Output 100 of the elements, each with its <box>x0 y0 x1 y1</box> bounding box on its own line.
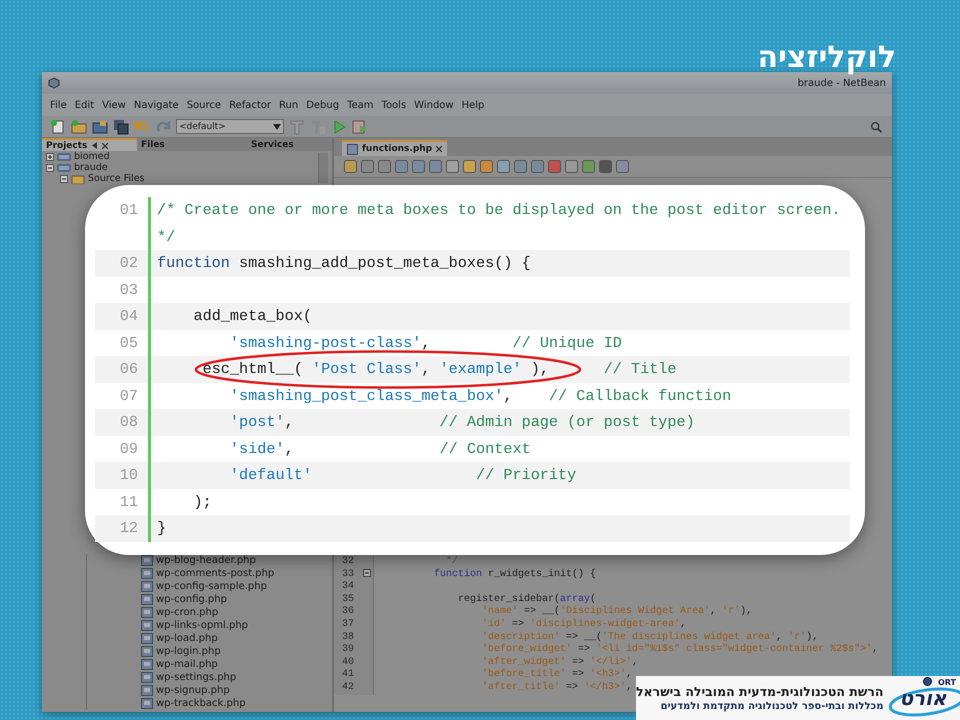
panel-tab[interactable]: Files <box>137 138 247 151</box>
toolbar-square-icon[interactable] <box>395 160 408 173</box>
logo-latin-text: ORT <box>938 678 956 687</box>
toolbar-square-icon[interactable] <box>344 160 357 173</box>
hammer-icon[interactable] <box>289 118 305 134</box>
toolbar-square-icon[interactable] <box>480 160 493 173</box>
code-line: 'smashing_post_class_meta_box', // Callback function <box>228 386 732 406</box>
swoosh-icon <box>887 685 960 717</box>
run-config-icon[interactable] <box>352 118 368 134</box>
file-name[interactable]: wp-links-opml.php <box>156 620 248 631</box>
collapse-icon[interactable] <box>46 164 54 172</box>
search-icon[interactable] <box>870 120 884 134</box>
line-number: 34 <box>342 581 354 594</box>
folder-plus-icon[interactable] <box>71 118 87 134</box>
code-line: 'before_title' => '<h3>', <box>481 669 632 682</box>
toolbar-square-icon[interactable] <box>463 160 476 173</box>
floppy-disks-icon[interactable] <box>113 118 129 134</box>
toolbar-square-icon[interactable] <box>582 160 595 173</box>
menu-item[interactable]: Edit <box>70 100 98 110</box>
menu-item[interactable]: Navigate <box>130 100 183 110</box>
file-name[interactable]: wp-login.php <box>156 646 221 657</box>
code-line: 'before_widget' => '<li id="%1$s" class="widget-container %2$s">', <box>481 644 878 656</box>
expand-icon[interactable] <box>46 152 54 160</box>
menu-item[interactable]: Refactor <box>225 100 276 110</box>
code-line: /* Create one or more meta boxes to be displayed on the post editor screen. */ <box>156 200 842 248</box>
subtitle: מכללות ובתי-ספר לטכנולוגיה מתקדמת ולמדעים <box>660 700 884 712</box>
menu-item[interactable]: Team <box>343 100 378 110</box>
file-name[interactable]: wp-blog-header.php <box>156 555 256 566</box>
file-name[interactable]: wp-cron.php <box>156 607 218 618</box>
file-icon <box>141 646 153 657</box>
code-line: esc_html__( 'Post Class', 'example' ), // Title <box>202 359 678 380</box>
page-plus-icon[interactable] <box>50 118 66 134</box>
line-number: 10 <box>95 462 151 488</box>
dropdown-value: <default> <box>179 122 226 132</box>
line-number: 42 <box>342 682 354 695</box>
menu-item[interactable]: Tools <box>378 100 410 110</box>
line-number: 33 <box>342 568 354 581</box>
logo-text: אורט <box>899 687 946 709</box>
toolbar-square-icon[interactable] <box>565 160 578 173</box>
collapse-icon[interactable] <box>60 174 68 182</box>
panel-tab[interactable]: Services <box>247 138 327 151</box>
file-icon <box>141 568 153 579</box>
file-name[interactable]: wp-comments-post.php <box>156 568 274 579</box>
code-line: ); <box>192 492 213 512</box>
toolbar-square-icon[interactable] <box>531 160 544 173</box>
close-icon[interactable] <box>102 142 108 148</box>
line-number: 35 <box>342 594 354 606</box>
menu-item[interactable]: File <box>46 100 71 110</box>
line-number: 02 <box>95 250 151 276</box>
menu-item[interactable]: Run <box>275 100 302 110</box>
file-name[interactable]: wp-settings.php <box>156 672 236 683</box>
code-line: 'after_widget' => '</li>', <box>481 656 638 668</box>
file-icon <box>347 144 358 154</box>
minimize-icon[interactable] <box>91 142 98 149</box>
menu-item[interactable]: Source <box>182 100 226 110</box>
menu-item[interactable]: Debug <box>302 100 344 110</box>
toolbar-square-icon[interactable] <box>412 160 425 173</box>
toolbar-square-icon[interactable] <box>429 160 442 173</box>
menu-item[interactable]: Help <box>458 100 488 110</box>
code-line: */ <box>445 556 458 568</box>
tab-label: functions.php <box>362 144 432 154</box>
tree-item[interactable]: biomed <box>74 151 110 162</box>
line-number: 40 <box>342 656 354 669</box>
line-number: 36 <box>342 606 354 619</box>
toolbar-square-icon[interactable] <box>548 160 561 173</box>
toolbar-square-icon[interactable] <box>446 160 459 173</box>
file-name[interactable]: wp-config-sample.php <box>156 581 267 592</box>
line-number: 32 <box>342 556 354 569</box>
toolbar-square-icon[interactable] <box>378 160 391 173</box>
menu-item[interactable]: Window <box>410 100 458 110</box>
file-icon <box>141 659 153 670</box>
toolbar-square-icon[interactable] <box>361 160 374 173</box>
fold-icon[interactable] <box>363 568 371 577</box>
file-name[interactable]: wp-trackback.php <box>156 698 246 709</box>
editor-tab[interactable]: functions.php <box>342 140 448 156</box>
toolbar-square-icon[interactable] <box>616 160 629 173</box>
close-icon[interactable] <box>436 146 442 152</box>
tab-label: Projects <box>46 140 88 150</box>
toolbar-square-icon[interactable] <box>514 160 527 173</box>
tree-item[interactable]: braude <box>74 162 108 173</box>
line-number: 12 <box>95 515 151 542</box>
toolbar-square-icon[interactable] <box>497 160 510 173</box>
tree-item[interactable]: Source Files <box>88 173 144 184</box>
file-name[interactable]: wp-mail.php <box>156 659 218 670</box>
code-line: function r_widgets_init() { <box>433 568 596 582</box>
panel-tab[interactable]: Projects <box>42 138 137 151</box>
line-number: 06 <box>95 356 151 382</box>
file-name[interactable]: wp-signup.php <box>156 685 230 696</box>
toolbar-square-icon[interactable] <box>599 160 612 173</box>
code-line: function smashing_add_post_meta_boxes() { <box>156 253 532 274</box>
menu-item[interactable]: View <box>98 100 130 110</box>
folder-icon[interactable] <box>92 118 108 134</box>
config-dropdown[interactable]: <default> <box>176 119 284 134</box>
redo-icon[interactable] <box>155 118 171 134</box>
file-name[interactable]: wp-load.php <box>156 633 218 644</box>
file-name[interactable]: wp-config.php <box>156 594 227 605</box>
line-number: 38 <box>342 632 354 644</box>
tagline: הרשת הטכנולוגית-מדעית המובילה בישראל <box>636 684 884 700</box>
scrollbar[interactable] <box>318 153 328 183</box>
code-line: 'smashing-post-class', // Unique ID <box>228 332 623 354</box>
